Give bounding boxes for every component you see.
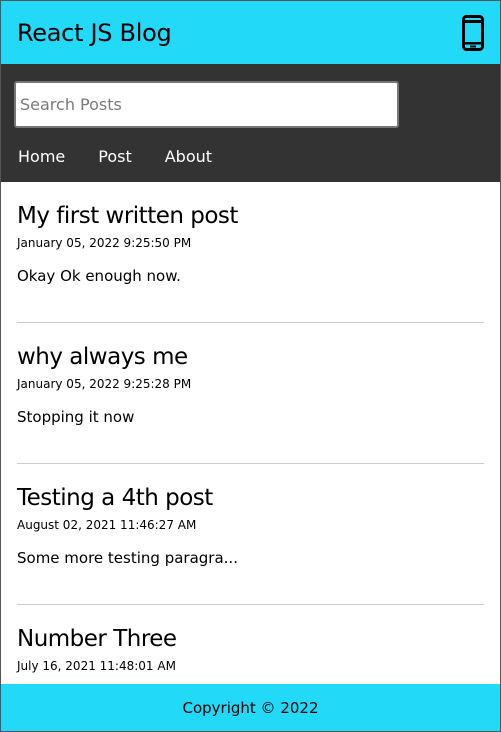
copyright-text: Copyright © 2022 — [182, 698, 319, 717]
post-excerpt: Some more testing paragra... — [17, 549, 238, 567]
footer: Copyright © 2022 — [1, 684, 500, 731]
nav-links: Home Post About — [1, 147, 500, 166]
post-date: July 16, 2021 11:48:01 AM — [17, 659, 176, 673]
site-title: React JS Blog — [17, 18, 172, 47]
search-form — [14, 81, 399, 128]
mobile-phone-icon — [462, 14, 484, 51]
nav-link-home[interactable]: Home — [18, 147, 65, 166]
post-item: My first written post January 05, 2022 9… — [17, 182, 484, 323]
post-item: why always me January 05, 2022 9:25:28 P… — [17, 323, 484, 464]
post-excerpt: Stopping it now — [17, 408, 135, 426]
nav-bar: Home Post About — [1, 64, 500, 182]
post-title-link[interactable]: Number Three — [17, 625, 484, 653]
post-date: August 02, 2021 11:46:27 AM — [17, 518, 197, 532]
app-window: React JS Blog Home Post About — [0, 0, 501, 732]
nav-link-post[interactable]: Post — [98, 147, 131, 166]
post-excerpt: Okay Ok enough now. — [17, 267, 181, 285]
search-posts-input[interactable] — [14, 81, 399, 128]
post-item: Testing a 4th post August 02, 2021 11:46… — [17, 464, 484, 605]
nav-item-about: About — [165, 147, 212, 166]
post-date: January 05, 2022 9:25:50 PM — [17, 236, 192, 250]
post-date: January 05, 2022 9:25:28 PM — [17, 377, 192, 391]
post-item: Number Three July 16, 2021 11:48:01 AM — [17, 605, 484, 682]
nav-item-post: Post — [98, 147, 131, 166]
header: React JS Blog — [1, 1, 500, 64]
post-title-link[interactable]: why always me — [17, 343, 484, 371]
posts-feed: My first written post January 05, 2022 9… — [1, 182, 500, 682]
post-title-link[interactable]: My first written post — [17, 202, 484, 230]
post-title-link[interactable]: Testing a 4th post — [17, 484, 484, 512]
nav-link-about[interactable]: About — [165, 147, 212, 166]
nav-item-home: Home — [18, 147, 65, 166]
